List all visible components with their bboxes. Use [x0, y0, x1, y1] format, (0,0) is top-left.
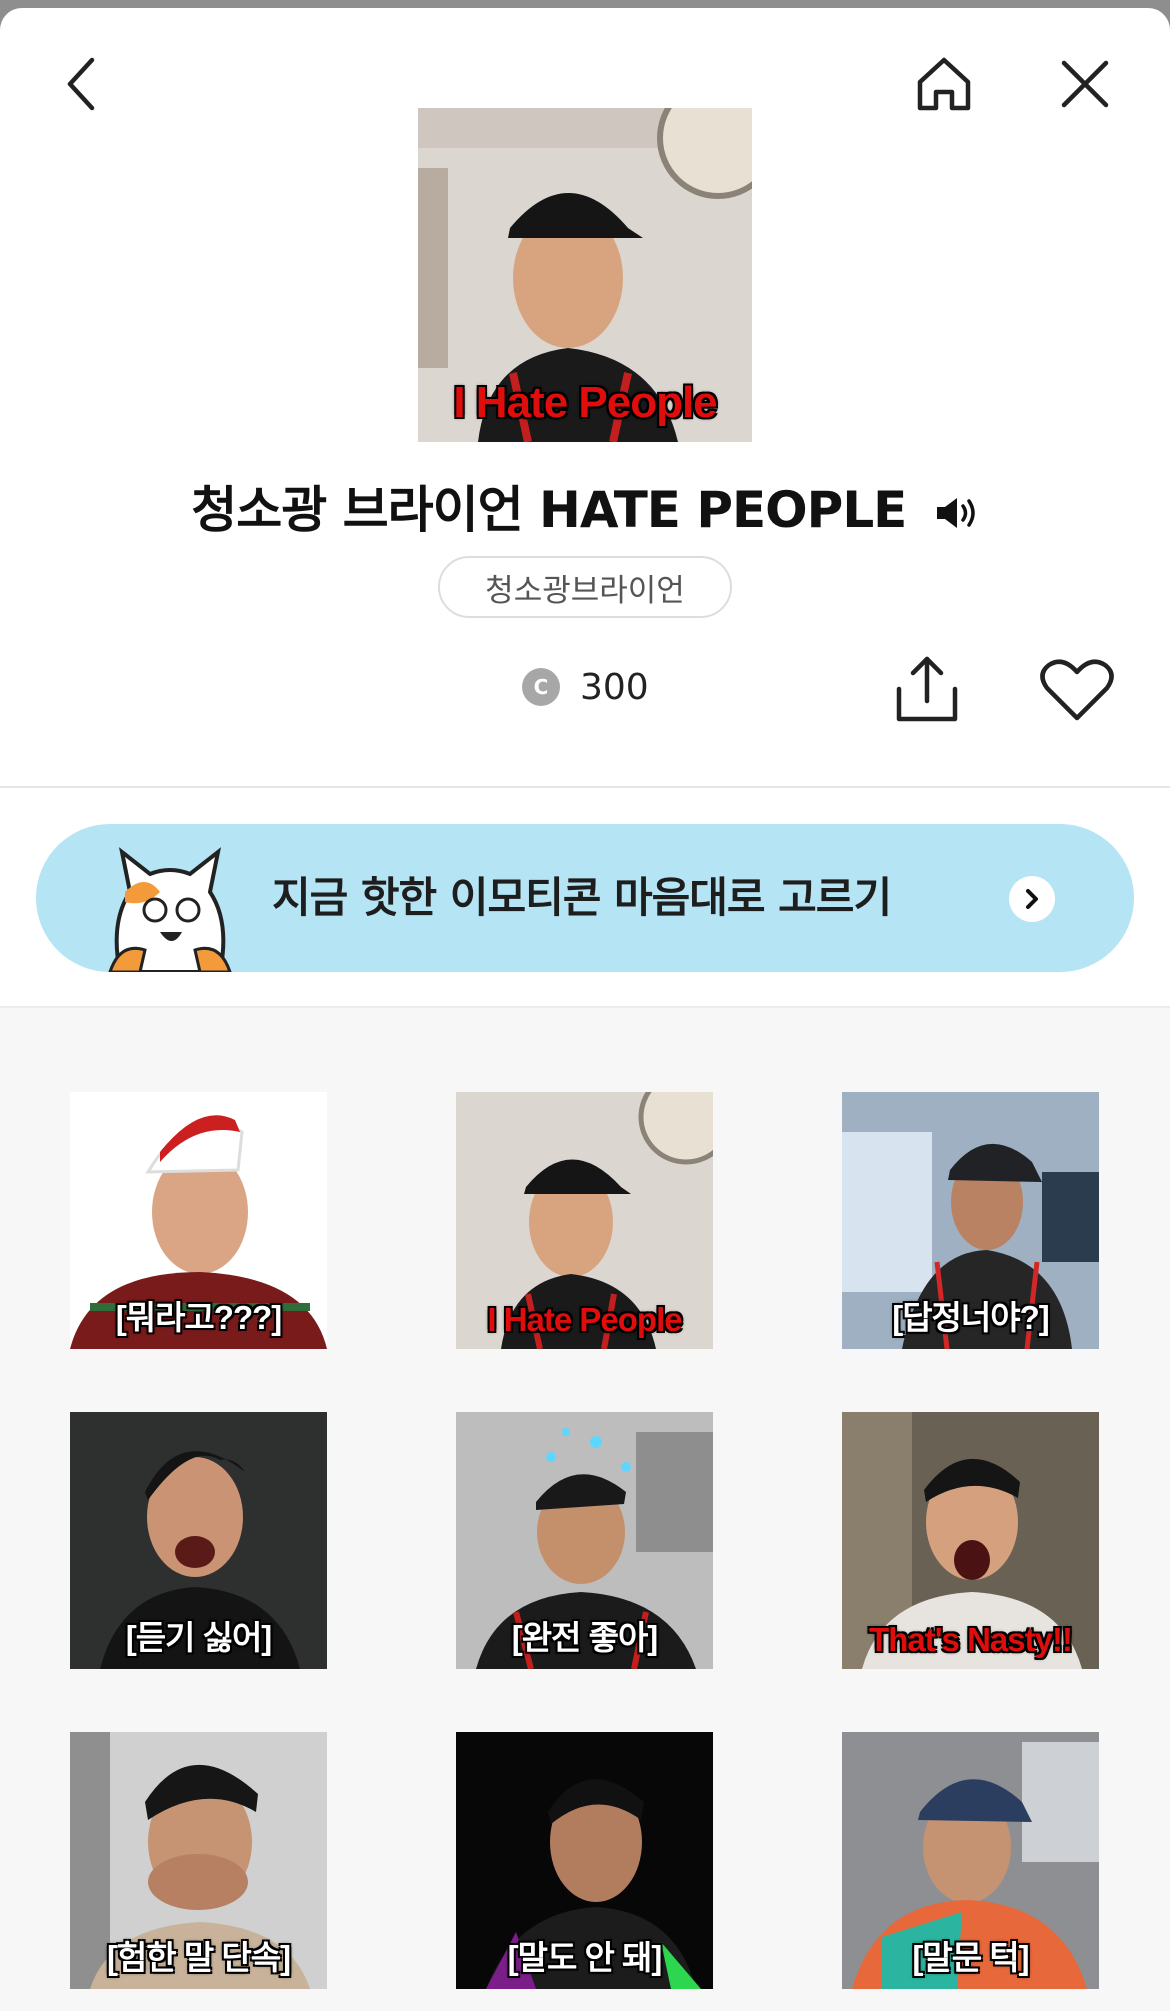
home-icon [917, 57, 971, 111]
home-button[interactable] [906, 44, 982, 124]
product-title: 청소광 브라이언 HATE PEOPLE [191, 481, 907, 539]
sticker-caption: That's Nasty!! [869, 1621, 1073, 1658]
sticker-item[interactable]: [험한 말 단속] [70, 1732, 327, 1989]
sticker-item[interactable]: [말문 턱] [842, 1732, 1099, 1989]
sticker-caption: [답정너야?] [892, 1299, 1050, 1336]
sound-button[interactable] [935, 485, 979, 543]
sticker-caption: [완전 좋아] [511, 1619, 659, 1656]
price-value: 300 [580, 666, 649, 708]
sticker-item[interactable]: I Hate People [456, 1092, 713, 1349]
sticker-item[interactable]: [말도 안 돼] [456, 1732, 713, 1989]
like-button[interactable] [1036, 654, 1118, 726]
share-icon [896, 656, 958, 722]
sticker-item[interactable]: [듣기 싫어] [70, 1412, 327, 1669]
hero-sticker-image[interactable]: I Hate People [418, 108, 752, 442]
chevron-right-icon [1026, 889, 1038, 909]
price: C 300 [522, 662, 649, 712]
coin-icon: C [522, 668, 560, 706]
sticker-item[interactable]: That's Nasty!! [842, 1412, 1099, 1669]
product-title-row: 청소광 브라이언 HATE PEOPLE [0, 470, 1170, 543]
heart-icon [1040, 659, 1114, 721]
sticker-item[interactable]: [답정너야?] [842, 1092, 1099, 1349]
cat-mascot-icon [108, 847, 232, 972]
promo-banner-arrow [1009, 876, 1055, 922]
promo-banner[interactable]: 지금 핫한 이모티콘 마음대로 고르기 [36, 824, 1134, 972]
chevron-left-icon [67, 57, 95, 111]
bottom-sheet: I Hate People 청소광 브라이언 HATE PEOPLE 청소광브라… [0, 8, 1170, 2011]
sticker-grid: [뭐라고???] I Hate People [답정너야?] [듣기 싫어] [… [0, 1008, 1170, 2011]
close-icon [1061, 60, 1109, 108]
divider [0, 786, 1170, 788]
sticker-caption: [듣기 싫어] [125, 1619, 273, 1656]
sticker-item[interactable]: [완전 좋아] [456, 1412, 713, 1669]
speaker-icon [936, 497, 975, 528]
sticker-caption: [말문 턱] [912, 1939, 1029, 1976]
promo-banner-text: 지금 핫한 이모티콘 마음대로 고르기 [272, 873, 892, 922]
close-button[interactable] [1050, 44, 1120, 124]
sticker-caption: [뭐라고???] [115, 1299, 283, 1336]
author-chip[interactable]: 청소광브라이언 [438, 556, 732, 618]
sticker-caption: [험한 말 단속] [106, 1939, 291, 1976]
sticker-item[interactable]: [뭐라고???] [70, 1092, 327, 1349]
sticker-caption: [말도 안 돼] [507, 1939, 663, 1976]
hero-sticker-caption: I Hate People [453, 378, 717, 427]
sticker-caption: I Hate People [487, 1301, 682, 1338]
share-button[interactable] [892, 650, 962, 730]
back-button[interactable] [52, 44, 112, 124]
